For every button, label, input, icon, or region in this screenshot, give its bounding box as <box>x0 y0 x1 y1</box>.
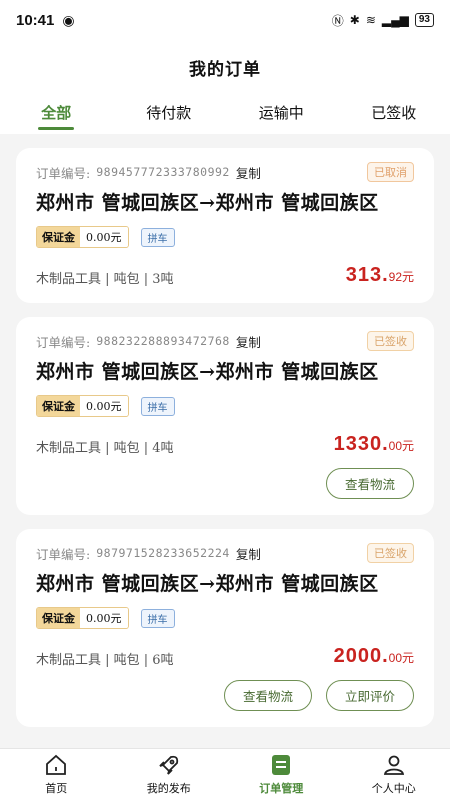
status-badge: 已签收 <box>367 331 414 351</box>
deposit-label: 保证金 <box>37 608 80 628</box>
price-integer: 313. <box>345 264 389 286</box>
copy-button[interactable]: 复制 <box>236 544 261 563</box>
tabbar-order-management[interactable]: 订单管理 <box>225 749 338 800</box>
carpool-tag: 拼车 <box>140 396 175 416</box>
tabbar-label: 个人中心 <box>371 782 416 795</box>
order-price: 1330.00元 <box>334 433 414 456</box>
carpool-tag: 拼车 <box>140 608 175 628</box>
price-decimal: 92元 <box>388 270 414 284</box>
goods-info: 木制品工具 | 吨包 | 3吨 <box>36 272 174 287</box>
order-card[interactable]: 订单编号: 987971528233652224 复制 已签收 郑州市 管城回族… <box>16 529 434 727</box>
wifi-icon: ≋ <box>365 13 376 27</box>
price-integer: 2000. <box>333 645 389 667</box>
deposit-badge: 保证金 0.00元 <box>36 607 129 629</box>
route-text: 郑州市 管城回族区→郑州市 管城回族区 <box>36 361 379 383</box>
status-bar: 10:41 ◉ Ⓝ ✱ ≋ ▂▄▆ 93 <box>0 0 450 40</box>
order-list[interactable]: 订单编号: 989457772333780992 复制 已取消 郑州市 管城回族… <box>0 134 450 748</box>
price-integer: 1330. <box>333 433 389 455</box>
order-card[interactable]: 订单编号: 989457772333780992 复制 已取消 郑州市 管城回族… <box>16 148 434 303</box>
tab-pending-payment[interactable]: 待付款 <box>113 94 226 134</box>
user-icon <box>383 755 404 775</box>
order-number-label: 订单编号: <box>36 546 91 562</box>
copy-button[interactable]: 复制 <box>236 332 261 351</box>
order-card[interactable]: 订单编号: 988232288893472768 复制 已签收 郑州市 管城回族… <box>16 317 434 515</box>
rocket-icon <box>159 755 178 775</box>
deposit-value: 0.00元 <box>80 608 128 628</box>
view-logistics-button[interactable]: 查看物流 <box>325 468 414 499</box>
price-decimal: 00元 <box>388 651 414 665</box>
route-text: 郑州市 管城回族区→郑州市 管城回族区 <box>36 573 379 595</box>
order-number: 987971528233652224 <box>96 546 230 560</box>
nfc-icon: Ⓝ <box>331 13 344 28</box>
battery-icon: 93 <box>414 13 434 27</box>
status-icons: Ⓝ ✱ ≋ ▂▄▆ 93 <box>332 12 434 29</box>
bottom-tab-bar: 首页 我的发布 订单管理 个人中心 <box>0 748 450 800</box>
deposit-label: 保证金 <box>37 227 80 247</box>
goods-info: 木制品工具 | 吨包 | 4吨 <box>36 441 174 456</box>
deposit-label: 保证金 <box>37 396 80 416</box>
order-number-label: 订单编号: <box>36 334 91 350</box>
tabbar-label: 订单管理 <box>259 782 304 795</box>
tab-signed[interactable]: 已签收 <box>338 94 450 134</box>
tabbar-my-posts[interactable]: 我的发布 <box>113 749 226 800</box>
order-tabs: 全部 待付款 运输中 已签收 <box>0 94 450 134</box>
tabbar-home[interactable]: 首页 <box>0 749 113 800</box>
home-icon <box>46 754 67 775</box>
tabbar-profile[interactable]: 个人中心 <box>338 749 450 800</box>
status-time: 10:41 <box>16 11 55 29</box>
copy-button[interactable]: 复制 <box>236 163 261 182</box>
order-number: 988232288893472768 <box>96 334 230 348</box>
deposit-value: 0.00元 <box>80 227 128 247</box>
carpool-tag: 拼车 <box>140 227 175 247</box>
tab-all[interactable]: 全部 <box>0 94 113 134</box>
order-price: 313.92元 <box>346 264 414 287</box>
view-logistics-button[interactable]: 查看物流 <box>223 680 312 711</box>
status-badge: 已签收 <box>367 543 414 563</box>
bluetooth-icon: ✱ <box>349 13 360 27</box>
eye-icon: ◉ <box>62 11 75 28</box>
order-number-label: 订单编号: <box>36 165 91 181</box>
rate-now-button[interactable]: 立即评价 <box>325 680 414 711</box>
deposit-value: 0.00元 <box>80 396 128 416</box>
tabbar-label: 我的发布 <box>146 782 191 795</box>
goods-info: 木制品工具 | 吨包 | 6吨 <box>36 653 174 668</box>
order-price: 2000.00元 <box>334 645 414 668</box>
deposit-badge: 保证金 0.00元 <box>36 395 129 417</box>
order-number: 989457772333780992 <box>96 165 230 179</box>
route-text: 郑州市 管城回族区→郑州市 管城回族区 <box>36 192 379 214</box>
tabbar-label: 首页 <box>45 782 68 795</box>
signal-icon: ▂▄▆ <box>381 13 409 27</box>
page-title: 我的订单 <box>189 59 261 80</box>
page-header: 我的订单 <box>0 40 450 94</box>
status-badge: 已取消 <box>367 162 414 182</box>
order-list-icon <box>272 755 291 775</box>
deposit-badge: 保证金 0.00元 <box>36 226 129 248</box>
price-decimal: 00元 <box>388 439 414 453</box>
tab-in-transit[interactable]: 运输中 <box>225 94 338 134</box>
